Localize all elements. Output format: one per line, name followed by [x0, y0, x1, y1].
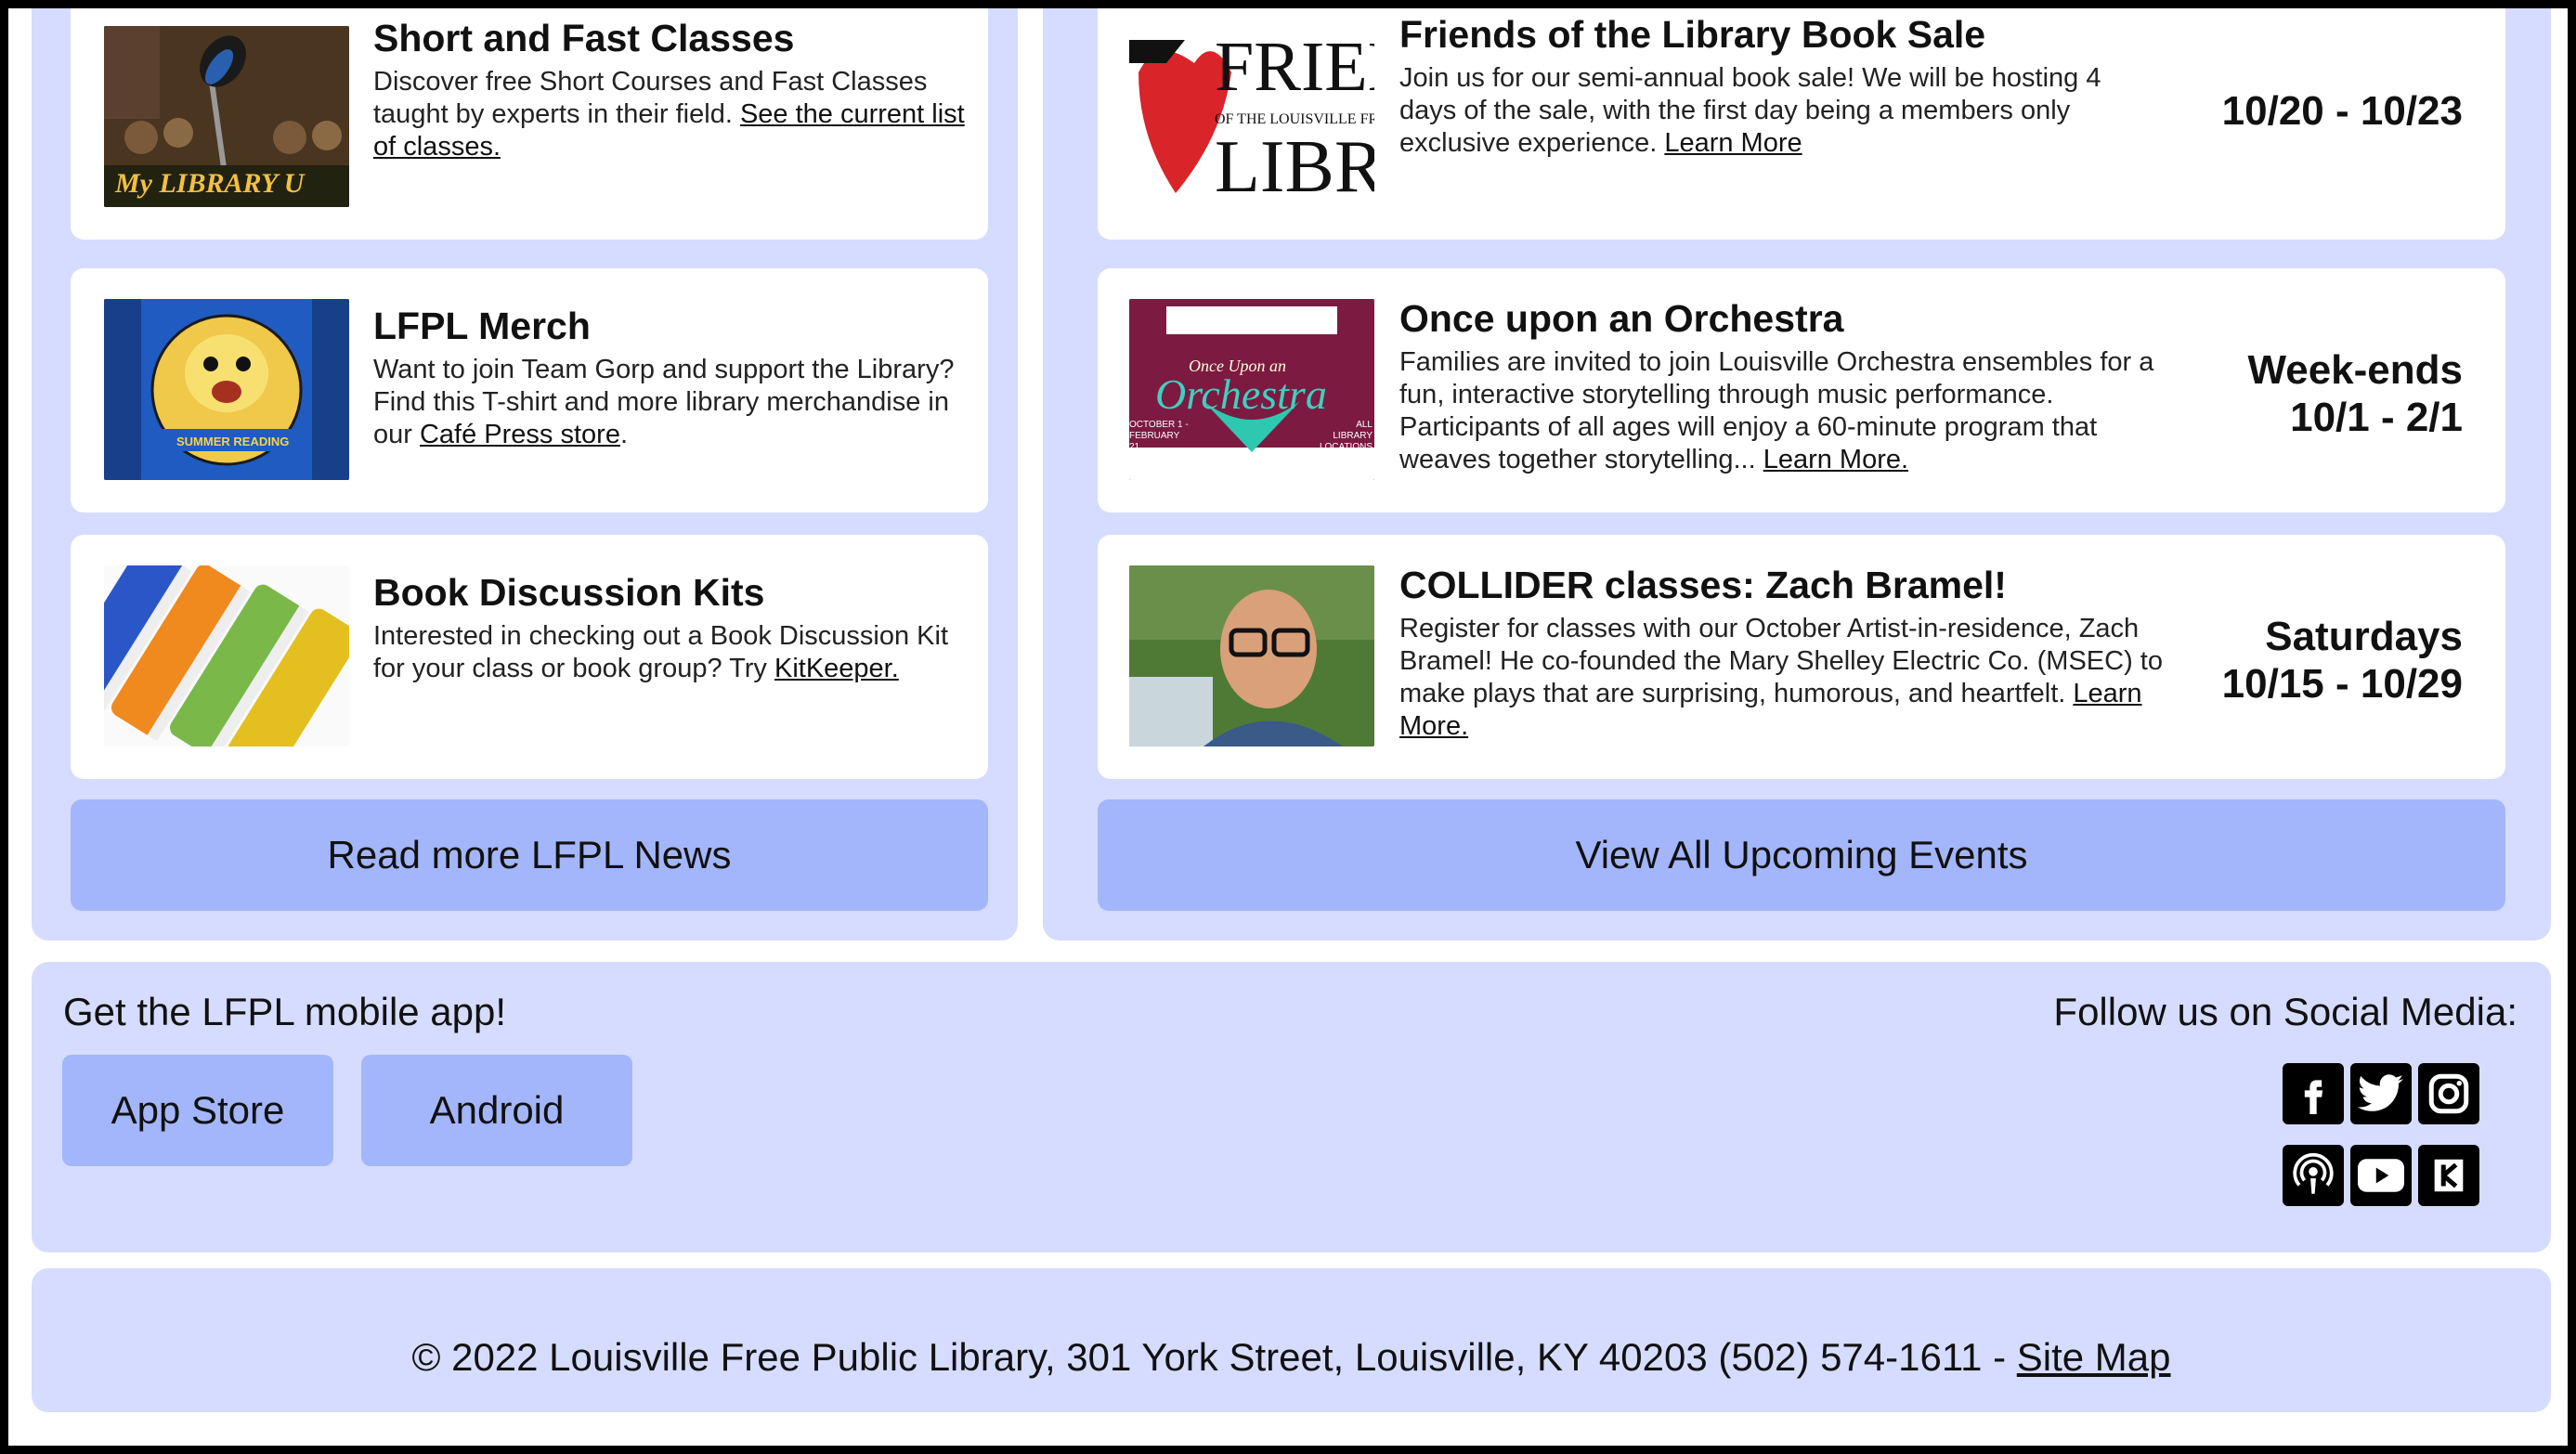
event-card: Once Upon an Orchestra OCTOBER 1 - FEBRU…: [1098, 268, 2505, 513]
social-heading: Follow us on Social Media:: [2053, 990, 2517, 1033]
event-title: Once upon an Orchestra: [1399, 297, 1844, 340]
event-description: Families are invited to join Louisville …: [1399, 346, 2170, 476]
site-footer: © 2022 Louisville Free Public Library, 3…: [32, 1268, 2551, 1412]
footer-text: © 2022 Louisville Free Public Library, 3…: [32, 1335, 2551, 1380]
news-card: SUMMER READING LFPL Merch Want to join T…: [71, 268, 988, 513]
site-map-link[interactable]: Site Map: [2017, 1335, 2171, 1379]
event-thumbnail[interactable]: FRIEN OF THE LOUISVILLE FR LIBRA: [1129, 26, 1374, 207]
news-card: Book Discussion Kits Interested in check…: [71, 535, 988, 779]
news-title: Book Discussion Kits: [373, 571, 765, 614]
news-title: Short and Fast Classes: [373, 17, 795, 59]
books-icon: [104, 565, 349, 746]
event-description: Join us for our semi-annual book sale! W…: [1399, 62, 2152, 160]
news-card: My LIBRARY U Short and Fast Classes Disc…: [71, 8, 988, 240]
facebook-icon[interactable]: [2283, 1063, 2344, 1124]
footer-copyright: © 2022 Louisville Free Public Library, 3…: [411, 1335, 2017, 1379]
event-card: FRIEN OF THE LOUISVILLE FR LIBRA Friends…: [1098, 8, 2505, 240]
event-image-text: ALL LIBRARY LOCATIONS: [1319, 420, 1373, 452]
event-date-line: 10/1 - 2/1: [2290, 395, 2463, 440]
orchestra-learn-more-link[interactable]: Learn More.: [1763, 445, 1908, 474]
event-image-text: FRIEN: [1215, 28, 1374, 106]
event-date-line: 10/15 - 10/29: [2221, 661, 2463, 707]
event-image-text: OCTOBER 1 - FEBRUARY 21: [1129, 420, 1189, 452]
page: My LIBRARY U Short and Fast Classes Disc…: [8, 8, 2568, 1446]
news-thumbnail[interactable]: SUMMER READING: [104, 299, 349, 480]
news-title: LFPL Merch: [373, 305, 591, 347]
app-heading: Get the LFPL mobile app!: [63, 990, 507, 1033]
event-date: Week-ends 10/1 - 2/1: [2248, 346, 2464, 441]
event-card: COLLIDER classes: Zach Bramel! Register …: [1098, 535, 2505, 779]
news-description: Want to join Team Gorp and support the L…: [373, 354, 968, 451]
event-date-line: 10/20 - 10/23: [2221, 88, 2463, 134]
event-description: Register for classes with our October Ar…: [1399, 613, 2170, 743]
news-description: Interested in checking out a Book Discus…: [373, 620, 968, 685]
gorp-mascot-icon: [104, 299, 349, 480]
event-image-text: LIBRA: [1215, 126, 1374, 207]
news-description: Discover free Short Courses and Fast Cla…: [373, 66, 968, 163]
event-date: 10/20 - 10/23: [2222, 87, 2463, 135]
youtube-icon[interactable]: [2350, 1145, 2412, 1206]
event-thumbnail[interactable]: [1129, 565, 1374, 746]
read-more-news-button[interactable]: Read more LFPL News: [71, 799, 988, 911]
podcast-icon[interactable]: [2283, 1145, 2344, 1206]
cafe-press-link[interactable]: Café Press store: [420, 420, 620, 449]
events-panel: FRIEN OF THE LOUISVILLE FR LIBRA Friends…: [1043, 8, 2551, 941]
news-image-label: SUMMER READING: [176, 435, 290, 448]
event-title: COLLIDER classes: Zach Bramel!: [1399, 564, 2007, 606]
event-date-line: Saturdays: [2265, 614, 2463, 659]
event-date: Saturdays 10/15 - 10/29: [2222, 613, 2463, 708]
app-social-bar: Get the LFPL mobile app! App Store Andro…: [32, 962, 2551, 1253]
news-thumbnail[interactable]: My LIBRARY U: [104, 26, 349, 207]
event-text: Register for classes with our October Ar…: [1399, 614, 2163, 708]
news-panel: My LIBRARY U Short and Fast Classes Disc…: [32, 8, 1018, 941]
event-image-text: Orchestra: [1155, 370, 1327, 418]
kanopy-icon[interactable]: [2418, 1145, 2479, 1206]
event-date-line: Week-ends: [2247, 347, 2464, 393]
book-sale-learn-more-link[interactable]: Learn More: [1664, 128, 1802, 158]
event-title: Friends of the Library Book Sale: [1399, 13, 1986, 56]
android-button[interactable]: Android: [361, 1055, 632, 1166]
view-all-events-button[interactable]: View All Upcoming Events: [1098, 799, 2505, 911]
instagram-icon[interactable]: [2418, 1063, 2479, 1124]
twitter-icon[interactable]: [2350, 1063, 2412, 1124]
news-thumbnail[interactable]: [104, 565, 349, 746]
kitkeeper-link[interactable]: KitKeeper.: [774, 654, 899, 683]
news-image-label: My LIBRARY U: [115, 168, 305, 199]
portrait-icon: [1129, 565, 1374, 746]
app-store-button[interactable]: App Store: [62, 1055, 333, 1166]
event-thumbnail[interactable]: Once Upon an Orchestra OCTOBER 1 - FEBRU…: [1129, 299, 1374, 480]
news-text-after: .: [619, 420, 629, 449]
